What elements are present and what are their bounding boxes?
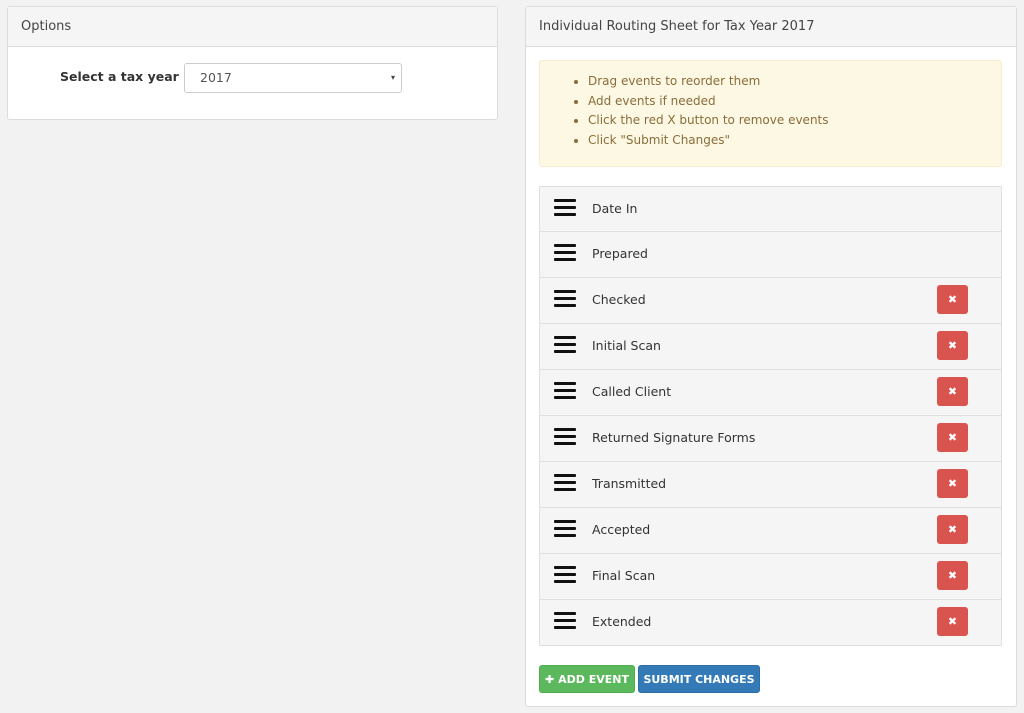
event-label: Prepared [592,246,648,261]
event-list-item[interactable]: Prepared [539,232,1002,278]
routing-sheet-title: Individual Routing Sheet for Tax Year 20… [526,7,1016,47]
add-event-button[interactable]: ✚ ADD EVENT [539,665,635,693]
close-icon: ✖ [947,615,958,628]
close-icon: ✖ [947,431,958,444]
routing-sheet-panel: Individual Routing Sheet for Tax Year 20… [525,6,1017,707]
tax-year-select[interactable]: 2017 ▾ [184,63,402,93]
remove-event-button[interactable]: ✖ [937,469,968,498]
instruction-item: Drag events to reorder them [588,72,1001,92]
close-icon: ✖ [947,293,958,306]
tax-year-selected-value: 2017 [200,70,232,85]
remove-event-button[interactable]: ✖ [937,285,968,314]
event-label: Final Scan [592,568,656,583]
event-list-item[interactable]: Extended ✖ [539,600,1002,646]
event-list-item[interactable]: Date In [539,186,1002,232]
remove-event-button[interactable]: ✖ [937,423,968,452]
tax-year-row: Select a tax year 2017 ▾ [8,47,497,120]
instruction-item: Add events if needed [588,92,1001,112]
drag-handle-icon[interactable] [554,199,576,217]
drag-handle-icon[interactable] [554,428,576,446]
remove-event-button[interactable]: ✖ [937,561,968,590]
close-icon: ✖ [947,339,958,352]
close-icon: ✖ [947,385,958,398]
event-list-item[interactable]: Final Scan ✖ [539,554,1002,600]
drag-handle-icon[interactable] [554,474,576,492]
drag-handle-icon[interactable] [554,290,576,308]
event-list-item[interactable]: Accepted ✖ [539,508,1002,554]
event-list-item[interactable]: Checked ✖ [539,278,1002,324]
instruction-item: Click "Submit Changes" [588,131,1001,151]
close-icon: ✖ [947,477,958,490]
remove-event-button[interactable]: ✖ [937,377,968,406]
drag-handle-icon[interactable] [554,566,576,584]
event-label: Called Client [592,384,672,399]
close-icon: ✖ [947,569,958,582]
event-label: Initial Scan [592,338,661,353]
tax-year-label: Select a tax year [60,69,179,84]
drag-handle-icon[interactable] [554,244,576,262]
remove-event-button[interactable]: ✖ [937,331,968,360]
instructions-list: Drag events to reorder them Add events i… [540,61,1001,150]
remove-event-button[interactable]: ✖ [937,607,968,636]
event-label: Returned Signature Forms [592,430,756,445]
event-label: Date In [592,201,638,216]
instruction-item: Click the red X button to remove events [588,111,1001,131]
close-icon: ✖ [947,523,958,536]
event-label: Accepted [592,522,651,537]
event-list-item[interactable]: Called Client ✖ [539,370,1002,416]
drag-handle-icon[interactable] [554,520,576,538]
chevron-down-icon: ▾ [390,73,395,82]
submit-changes-button[interactable]: SUBMIT CHANGES [638,665,760,693]
options-panel: Options Select a tax year 2017 ▾ [7,6,498,120]
instructions-alert: Drag events to reorder them Add events i… [539,60,1002,167]
drag-handle-icon[interactable] [554,336,576,354]
event-list-item[interactable]: Returned Signature Forms ✖ [539,416,1002,462]
drag-handle-icon[interactable] [554,612,576,630]
event-list-item[interactable]: Transmitted ✖ [539,462,1002,508]
event-label: Transmitted [592,476,667,491]
options-panel-title: Options [8,7,497,47]
event-label: Extended [592,614,652,629]
event-list-item[interactable]: Initial Scan ✖ [539,324,1002,370]
event-list: Date In Prepared Checked ✖ Initial Scan ✖ Call… [539,186,1002,646]
event-label: Checked [592,292,646,307]
drag-handle-icon[interactable] [554,382,576,400]
remove-event-button[interactable]: ✖ [937,515,968,544]
